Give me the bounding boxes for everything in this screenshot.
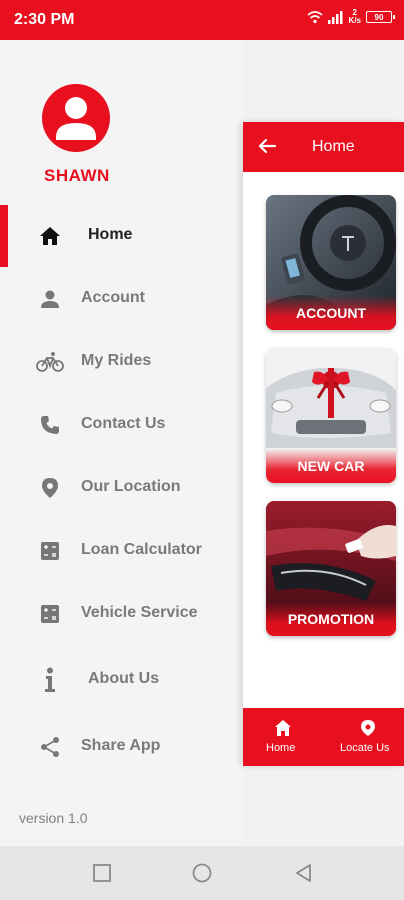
card-promotion[interactable]: PROMOTION bbox=[266, 501, 396, 636]
page-title: Home bbox=[312, 138, 355, 155]
menu-item-about-us[interactable]: About Us bbox=[0, 655, 243, 705]
bottom-nav-label: Home bbox=[266, 742, 296, 754]
card-label: ACCOUNT bbox=[266, 296, 396, 330]
main-content: Home ACCOUNT NEW CAR PROMOTION Home Loca… bbox=[243, 122, 404, 766]
bike-icon bbox=[36, 350, 64, 374]
menu-label: Contact Us bbox=[81, 415, 166, 432]
avatar[interactable] bbox=[42, 84, 110, 152]
bottom-nav-label: Locate Us bbox=[340, 742, 390, 754]
menu-label: Home bbox=[88, 226, 133, 243]
status-time: 2:30 PM bbox=[14, 11, 75, 28]
menu-label: My Rides bbox=[81, 352, 152, 369]
card-label: NEW CAR bbox=[266, 449, 396, 483]
version-label: version 1.0 bbox=[19, 810, 88, 826]
card-label: PROMOTION bbox=[266, 602, 396, 636]
card-new-car[interactable]: NEW CAR bbox=[266, 348, 396, 483]
phone-icon bbox=[36, 413, 64, 437]
home-icon bbox=[36, 224, 64, 248]
profile-name: SHAWN bbox=[44, 166, 110, 185]
system-navigation-bar bbox=[0, 846, 404, 900]
bottom-nav-locate-us[interactable]: Locate Us bbox=[337, 708, 399, 766]
back-triangle-icon[interactable] bbox=[294, 863, 314, 883]
menu-label: Our Location bbox=[81, 478, 181, 495]
menu-item-vehicle-service[interactable]: Vehicle Service bbox=[0, 589, 243, 639]
person-icon bbox=[56, 97, 96, 140]
menu-item-loan-calculator[interactable]: Loan Calculator bbox=[0, 526, 243, 576]
menu-label: Account bbox=[81, 289, 145, 306]
network-speed: 2 K/s bbox=[348, 8, 361, 25]
home-circle-icon[interactable] bbox=[192, 863, 212, 883]
app-bar: Home bbox=[243, 122, 404, 172]
person-icon bbox=[36, 287, 64, 311]
battery-level: 90 bbox=[374, 12, 384, 22]
bottom-nav-home[interactable]: Home bbox=[261, 708, 305, 766]
menu-item-home[interactable]: Home bbox=[0, 211, 243, 261]
menu-item-our-location[interactable]: Our Location bbox=[0, 463, 243, 513]
signal-icon bbox=[327, 10, 343, 24]
share-icon bbox=[36, 735, 64, 759]
info-icon bbox=[36, 667, 64, 692]
wifi-icon bbox=[307, 11, 323, 24]
bottom-navigation: Home Locate Us bbox=[243, 708, 404, 766]
menu-label: About Us bbox=[88, 670, 160, 687]
menu-item-my-rides[interactable]: My Rides bbox=[0, 337, 243, 387]
card-account[interactable]: ACCOUNT bbox=[266, 195, 396, 330]
status-bar: 2:30 PM 2 K/s 90 bbox=[0, 0, 404, 40]
menu-label: Vehicle Service bbox=[81, 604, 198, 621]
calculator-icon bbox=[36, 539, 64, 563]
menu-item-contact-us[interactable]: Contact Us bbox=[0, 400, 243, 450]
back-arrow-icon[interactable] bbox=[257, 136, 277, 156]
recents-icon[interactable] bbox=[92, 863, 112, 883]
status-icons: 2 K/s 90 bbox=[307, 8, 395, 25]
calculator-icon bbox=[36, 602, 64, 626]
battery-icon: 90 bbox=[366, 11, 395, 23]
location-pin-icon bbox=[361, 720, 375, 736]
menu-label: Share App bbox=[81, 737, 161, 754]
home-icon bbox=[275, 720, 291, 736]
navigation-drawer: SHAWN Home Account My Rides Contact Us O… bbox=[0, 40, 243, 846]
location-pin-icon bbox=[36, 476, 64, 500]
menu-item-share-app[interactable]: Share App bbox=[0, 722, 243, 772]
menu-item-account[interactable]: Account bbox=[0, 274, 243, 324]
menu-label: Loan Calculator bbox=[81, 541, 202, 558]
